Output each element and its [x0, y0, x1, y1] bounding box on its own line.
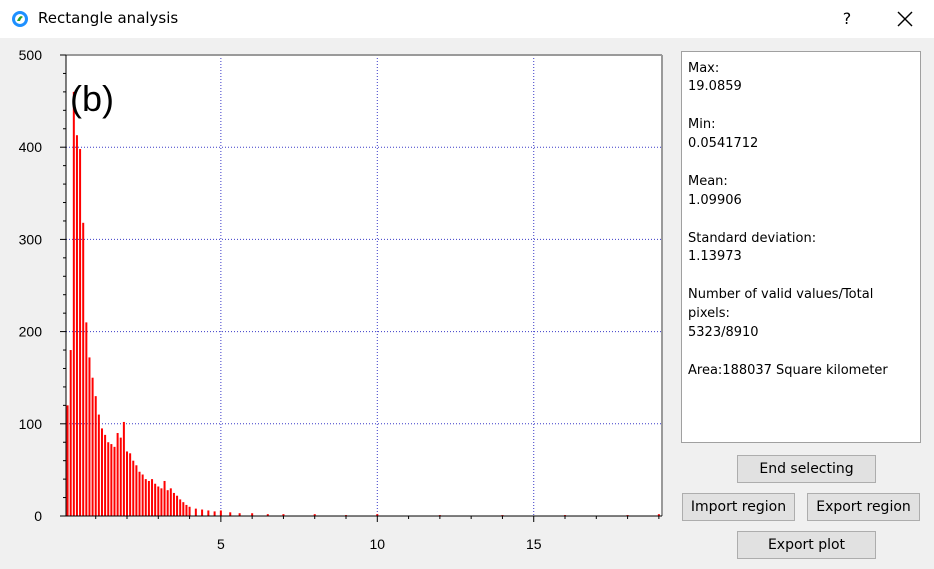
x-tick-label: 10: [370, 536, 386, 552]
window-title: Rectangle analysis: [38, 9, 179, 27]
y-tick-label: 300: [19, 231, 43, 247]
y-tick-label: 200: [19, 324, 43, 340]
area-text: Area:188037 Square kilometer: [688, 363, 888, 378]
histogram-bar: [79, 149, 82, 516]
chart-annotation: (b): [70, 78, 114, 119]
histogram-bar: [169, 488, 172, 516]
x-tick-label: 5: [217, 536, 225, 552]
histogram-bar: [219, 510, 222, 516]
y-tick-label: 100: [19, 416, 43, 432]
histogram-bar: [135, 465, 138, 516]
plot-background: [66, 55, 662, 516]
histogram-bar: [213, 511, 216, 516]
histogram-bar: [138, 471, 141, 516]
mean-label: Mean:: [688, 174, 728, 189]
valid-label-line1: Number of valid values/Total: [688, 287, 874, 302]
end-selecting-button[interactable]: End selecting: [737, 455, 876, 483]
export-region-button[interactable]: Export region: [807, 493, 920, 521]
histogram-bar: [94, 396, 97, 516]
y-tick-labels: 0 100 200 300 400 500: [19, 47, 43, 524]
y-tick-label: 0: [34, 508, 42, 524]
histogram-bar: [179, 499, 182, 516]
histogram-bar: [85, 322, 88, 516]
histogram-bar: [122, 421, 125, 516]
histogram-bar: [116, 433, 119, 516]
mean-value: 1.09906: [688, 193, 742, 208]
histogram-bar: [66, 405, 69, 516]
histogram-bar: [91, 377, 94, 516]
histogram-chart-area: 0 100 200 300 400 500 5 10 15 (b): [0, 40, 676, 565]
x-tick-label: 15: [526, 536, 542, 552]
histogram-bar: [157, 486, 160, 516]
valid-value: 5323/8910: [688, 325, 759, 340]
histogram-bar: [151, 479, 154, 516]
histogram-bar: [185, 504, 188, 516]
close-icon[interactable]: [888, 4, 922, 34]
histogram-bar: [113, 446, 116, 516]
histogram-bar: [207, 510, 210, 516]
app-icon: [12, 11, 28, 27]
title-bar: Rectangle analysis ?: [0, 0, 934, 38]
histogram-bar: [104, 434, 107, 516]
histogram-bar: [75, 135, 78, 516]
histogram-bar: [182, 502, 185, 516]
histogram-bar: [107, 442, 110, 516]
histogram-bar: [69, 350, 72, 516]
min-value: 0.0541712: [688, 136, 759, 151]
min-label: Min:: [688, 117, 716, 132]
histogram-bar: [126, 451, 129, 516]
histogram-bar: [132, 460, 135, 516]
y-tick-label: 500: [19, 47, 43, 63]
std-value: 1.13973: [688, 249, 742, 264]
chart-grid: [66, 54, 662, 516]
histogram-bar: [160, 488, 163, 516]
histogram-bar: [163, 480, 166, 516]
histogram-bar: [129, 453, 132, 516]
help-button[interactable]: ?: [832, 6, 862, 32]
histogram-bar: [72, 91, 75, 516]
export-plot-button[interactable]: Export plot: [737, 531, 876, 559]
histogram-bar: [176, 495, 179, 516]
histogram-bar: [144, 479, 147, 516]
histogram-bar: [147, 480, 150, 516]
y-tick-label: 400: [19, 139, 43, 155]
import-region-button[interactable]: Import region: [682, 493, 795, 521]
valid-label-line2: pixels:: [688, 306, 730, 321]
x-tick-labels: 5 10 15: [217, 536, 542, 552]
std-label: Standard deviation:: [688, 231, 817, 246]
histogram-bar: [141, 474, 144, 516]
histogram-bar: [97, 414, 100, 516]
statistics-panel: Max: 19.0859 Min: 0.0541712 Mean: 1.0990…: [681, 51, 921, 443]
histogram-bar: [166, 490, 169, 516]
histogram-bar: [172, 492, 175, 516]
histogram-bar: [82, 222, 85, 516]
histogram-bar: [188, 506, 191, 516]
histogram-bar: [229, 512, 232, 516]
histogram-bar: [100, 428, 103, 516]
histogram-bar: [201, 509, 204, 516]
histogram-bar: [88, 357, 91, 516]
max-label: Max:: [688, 61, 720, 76]
histogram-chart[interactable]: 0 100 200 300 400 500 5 10 15 (b): [0, 40, 676, 565]
histogram-bar: [194, 508, 197, 516]
histogram-bar: [154, 483, 157, 516]
histogram-bar: [119, 437, 122, 516]
max-value: 19.0859: [688, 79, 742, 94]
histogram-bar: [110, 444, 113, 516]
